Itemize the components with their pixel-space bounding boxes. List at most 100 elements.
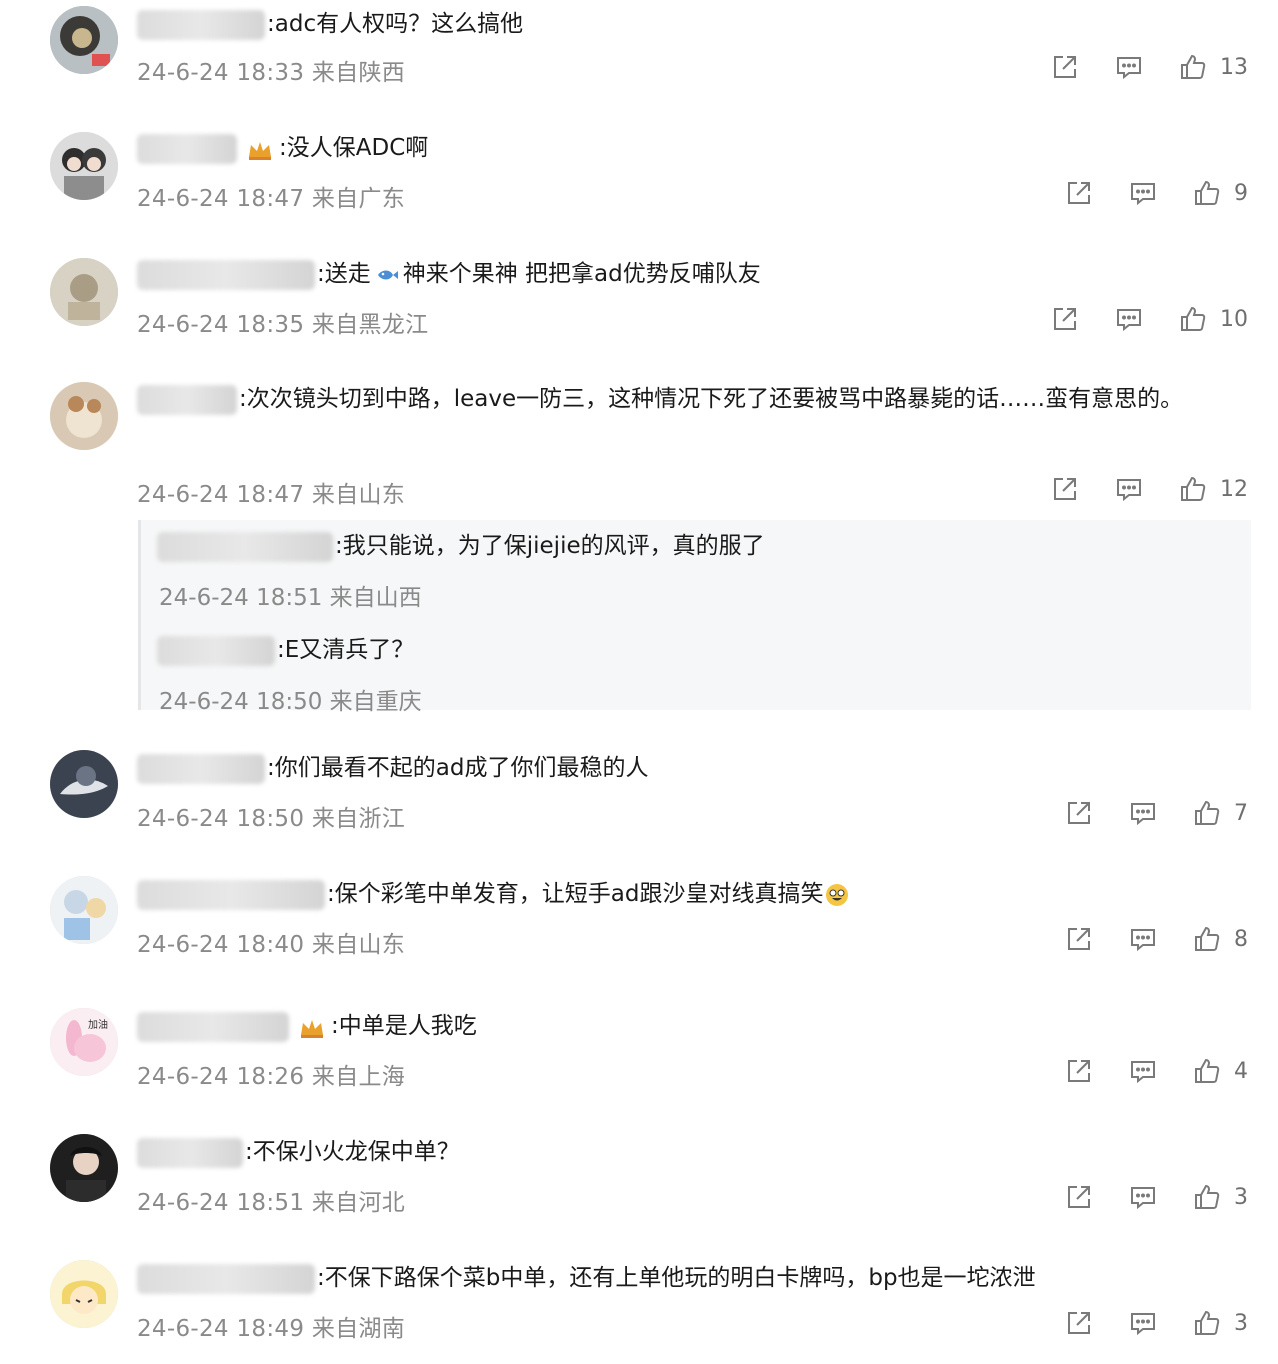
like-count: 12 (1220, 476, 1248, 502)
thumbs-up-icon[interactable] (1192, 1308, 1222, 1338)
comment-text-line: :次次镜头切到中路，leave一防三，这种情况下死了还要被骂中路暴毙的话……蛮有… (137, 378, 1252, 421)
comment-actions: 3 (1030, 1180, 1248, 1214)
avatar[interactable] (50, 1260, 118, 1328)
comment-text: :中单是人我吃 (331, 1013, 477, 1039)
thumbs-up-icon[interactable] (1178, 52, 1208, 82)
crown-badge-icon (247, 138, 273, 160)
share-icon[interactable] (1064, 1308, 1094, 1338)
comment-meta: 24-6-24 18:40 来自山东 (137, 925, 405, 959)
reply-location: 来自山西 (329, 585, 422, 611)
like-count: 3 (1234, 1184, 1248, 1210)
comment-time: 24-6-24 18:47 (137, 482, 305, 508)
comment-time: 24-6-24 18:35 (137, 312, 305, 338)
comment-meta: 24-6-24 18:49 来自湖南 (137, 1309, 405, 1343)
comment-actions: 8 (1030, 922, 1248, 956)
comment-actions: 4 (1030, 1054, 1248, 1088)
fish-emoji-icon (375, 263, 399, 287)
avatar[interactable] (50, 382, 118, 450)
share-icon[interactable] (1050, 304, 1080, 334)
comment-meta: 24-6-24 18:51 来自河北 (137, 1183, 405, 1217)
comment-text-line: :adc有人权吗？这么搞他 (137, 8, 523, 40)
comment-text-line: :不保小火龙保中单？ (137, 1136, 460, 1168)
comment-text: :不保下路保个菜b中单，还有上单他玩的明白卡牌吗，bp也是一坨浓泄 (317, 1265, 1036, 1291)
like-count: 9 (1234, 180, 1248, 206)
reply-time: 24-6-24 18:50 (159, 689, 323, 715)
comment-location: 来自陕西 (311, 60, 406, 86)
comment-text: :不保小火龙保中单？ (245, 1139, 460, 1165)
blurred-username (137, 879, 325, 910)
thumbs-up-icon[interactable] (1192, 798, 1222, 828)
avatar[interactable]: 加油 (50, 1008, 118, 1076)
blurred-username (137, 133, 237, 164)
comment-text: :没人保ADC啊 (279, 135, 429, 161)
thumbs-up-icon[interactable] (1178, 304, 1208, 334)
comment-location: 来自黑龙江 (311, 312, 429, 338)
comment-icon[interactable] (1128, 178, 1158, 208)
comment-text-continued: 神来个果神 把把拿ad优势反哺队友 (402, 261, 761, 287)
blurred-username (137, 753, 265, 784)
reply-thread: :我只能说，为了保jiejie的风评，真的服了 24-6-24 18:51 来自… (138, 520, 1251, 715)
like-count: 7 (1234, 800, 1248, 826)
comment-location: 来自广东 (311, 186, 406, 212)
avatar[interactable] (50, 258, 118, 326)
comment-location: 来自山东 (311, 932, 406, 958)
comment-location: 来自河北 (311, 1190, 406, 1216)
share-icon[interactable] (1064, 1182, 1094, 1212)
reply-text: :我只能说，为了保jiejie的风评，真的服了 (335, 533, 765, 559)
comment-text-line: :你们最看不起的ad成了你们最稳的人 (137, 752, 648, 784)
comment-icon[interactable] (1128, 798, 1158, 828)
comment-meta: 24-6-24 18:47 来自山东 (137, 475, 405, 509)
comment-location: 来自浙江 (311, 806, 406, 832)
share-icon[interactable] (1064, 178, 1094, 208)
share-icon[interactable] (1064, 798, 1094, 828)
comment-icon[interactable] (1114, 52, 1144, 82)
comment-time: 24-6-24 18:26 (137, 1064, 305, 1090)
share-icon[interactable] (1064, 1056, 1094, 1086)
share-icon[interactable] (1050, 52, 1080, 82)
comment-time: 24-6-24 18:47 (137, 186, 305, 212)
like-count: 4 (1234, 1058, 1248, 1084)
avatar[interactable] (50, 876, 118, 944)
comment-actions: 10 (1016, 302, 1248, 336)
reply-text: :E又清兵了？ (277, 637, 415, 663)
comment-meta: 24-6-24 18:47 来自广东 (137, 179, 405, 213)
comment-actions: 7 (1030, 796, 1248, 830)
blurred-username (157, 635, 275, 666)
blurred-username (137, 1011, 289, 1042)
share-icon[interactable] (1064, 924, 1094, 954)
comment-text: :次次镜头切到中路，leave一防三，这种情况下死了还要被骂中路暴毙的话……蛮有… (239, 386, 1184, 412)
comment-time: 24-6-24 18:49 (137, 1316, 305, 1342)
crown-badge-icon (299, 1016, 325, 1038)
comment-icon[interactable] (1128, 1182, 1158, 1212)
comment-icon[interactable] (1114, 304, 1144, 334)
thumbs-up-icon[interactable] (1192, 1056, 1222, 1086)
avatar[interactable] (50, 132, 118, 200)
comment-location: 来自上海 (311, 1064, 406, 1090)
share-icon[interactable] (1050, 474, 1080, 504)
reply-location: 来自重庆 (329, 689, 422, 715)
comment-time: 24-6-24 18:33 (137, 60, 305, 86)
thumbs-up-icon[interactable] (1192, 178, 1222, 208)
comment-time: 24-6-24 18:51 (137, 1190, 305, 1216)
avatar[interactable] (50, 1134, 118, 1202)
like-count: 13 (1220, 54, 1248, 80)
thumbs-up-icon[interactable] (1178, 474, 1208, 504)
comment-icon[interactable] (1128, 1056, 1158, 1086)
comment-actions: 9 (1030, 176, 1248, 210)
comment-text: :你们最看不起的ad成了你们最稳的人 (267, 755, 649, 781)
blurred-username (137, 259, 315, 290)
reply-text-line: :E又清兵了？ (157, 634, 414, 666)
comment-text-line: :送走 神来个果神 把把拿ad优势反哺队友 (137, 258, 761, 290)
comment-icon[interactable] (1128, 1308, 1158, 1338)
avatar[interactable] (50, 6, 118, 74)
comment-icon[interactable] (1114, 474, 1144, 504)
thumbs-up-icon[interactable] (1192, 1182, 1222, 1212)
comment-icon[interactable] (1128, 924, 1158, 954)
comment-actions: 13 (1016, 50, 1248, 84)
avatar[interactable] (50, 750, 118, 818)
svg-text:加油: 加油 (88, 1018, 108, 1031)
thumbs-up-icon[interactable] (1192, 924, 1222, 954)
blurred-username (157, 531, 333, 562)
comment-meta: 24-6-24 18:26 来自上海 (137, 1057, 405, 1091)
like-count: 8 (1234, 926, 1248, 952)
